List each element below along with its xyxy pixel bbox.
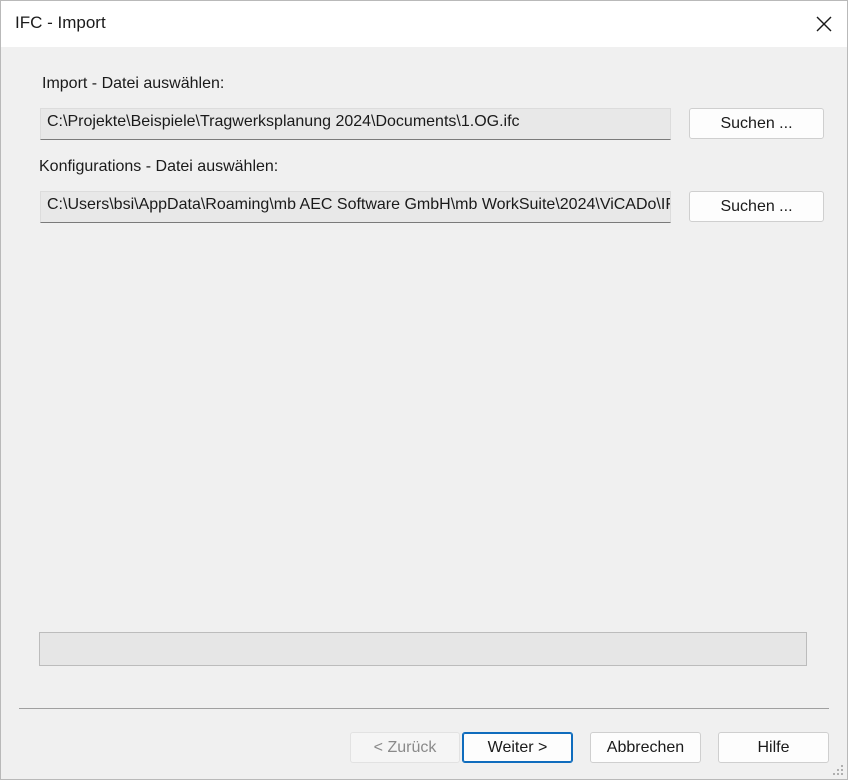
next-button[interactable]: Weiter > (462, 732, 573, 763)
resize-grip-icon[interactable] (832, 764, 844, 776)
config-file-path-field[interactable]: C:\Users\bsi\AppData\Roaming\mb AEC Soft… (40, 191, 671, 223)
dialog-title: IFC - Import (15, 13, 106, 32)
import-progress-bar (39, 632, 807, 666)
help-button[interactable]: Hilfe (718, 732, 829, 763)
footer-separator (19, 708, 829, 709)
close-button[interactable] (801, 1, 847, 47)
import-file-path-field[interactable]: C:\Projekte\Beispiele\Tragwerksplanung 2… (40, 108, 671, 140)
import-browse-button[interactable]: Suchen ... (689, 108, 824, 139)
config-file-label: Konfigurations - Datei auswählen: (39, 158, 279, 175)
ifc-import-dialog: IFC - Import Import - Datei auswählen: C… (0, 0, 848, 780)
title-bar: IFC - Import (1, 1, 847, 47)
back-button[interactable]: < Zurück (350, 732, 460, 763)
cancel-button[interactable]: Abbrechen (590, 732, 701, 763)
config-browse-button[interactable]: Suchen ... (689, 191, 824, 222)
close-icon (816, 16, 832, 32)
import-file-label: Import - Datei auswählen: (42, 75, 225, 92)
